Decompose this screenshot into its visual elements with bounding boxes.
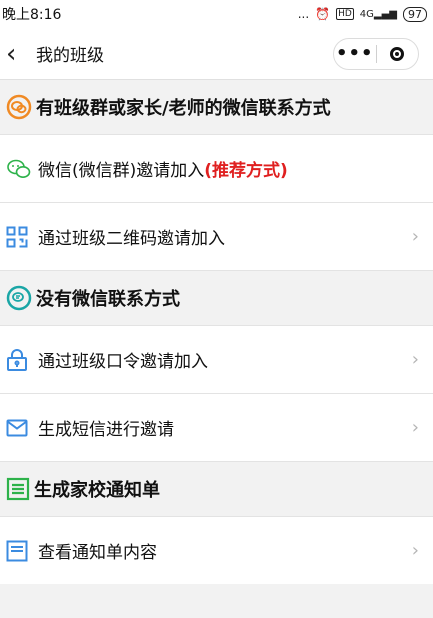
mail-icon [6,419,32,437]
wechat-invite-label: 微信(微信群)邀请加入 [38,161,205,181]
section-no-wechat-header: 没有微信联系方式 [0,270,433,325]
section-title: 有班级群或家长/老师的微信联系方式 [36,98,331,119]
section-notice-header: 生成家校通知单 [0,461,433,516]
more-menu-button[interactable]: ••• [334,43,376,64]
back-icon[interactable]: ‹ [6,41,28,67]
qr-code-icon [6,226,32,248]
more-notifications-icon: ... [297,7,310,21]
wechat-invite-row[interactable]: 微信(微信群)邀请加入(推荐方式) [0,134,433,202]
notice-list-icon [6,477,30,501]
wechat-icon [6,158,32,180]
signal-icon: 4G▂▄▆ [359,8,397,20]
chevron-right-icon: › [411,349,419,370]
row-label: 微信(微信群)邀请加入(推荐方式) [38,156,419,181]
hd-icon: HD [336,8,354,20]
sms-invite-row[interactable]: 生成短信进行邀请 › [0,393,433,461]
status-icons: ... ⏰ HD 4G▂▄▆ 97 [297,6,427,22]
close-miniprogram-button[interactable] [377,46,419,61]
no-wechat-icon [6,285,32,311]
code-invite-label: 通过班级口令邀请加入 [38,352,208,372]
sms-invite-label: 生成短信进行邀请 [38,420,174,440]
lock-icon [6,348,32,371]
status-time: 晚上8:16 [2,7,62,23]
page-title: 我的班级 [36,46,104,66]
section-title: 生成家校通知单 [34,480,160,501]
chevron-right-icon: › [411,417,419,438]
document-icon [6,540,32,562]
miniprogram-capsule: ••• [333,37,419,70]
nav-bar: ‹ 我的班级 ••• [0,28,433,80]
view-notice-label: 查看通知单内容 [38,543,157,563]
recommended-tag: (推荐方式) [204,161,288,181]
view-notice-row[interactable]: 查看通知单内容 › [0,516,433,584]
code-invite-row[interactable]: 通过班级口令邀请加入 › [0,325,433,393]
qr-invite-label: 通过班级二维码邀请加入 [38,229,225,249]
chevron-right-icon: › [411,226,419,247]
qr-invite-row[interactable]: 通过班级二维码邀请加入 › [0,202,433,270]
section-wechat-header: 有班级群或家长/老师的微信联系方式 [0,80,433,134]
battery-icon: 97 [403,6,427,22]
wechat-contact-icon [6,94,32,120]
chevron-right-icon: › [411,540,419,561]
alarm-icon: ⏰ [315,7,331,21]
close-target-icon [390,46,405,61]
section-title: 没有微信联系方式 [36,289,180,310]
status-bar: 晚上8:16 ... ⏰ HD 4G▂▄▆ 97 [0,0,433,28]
